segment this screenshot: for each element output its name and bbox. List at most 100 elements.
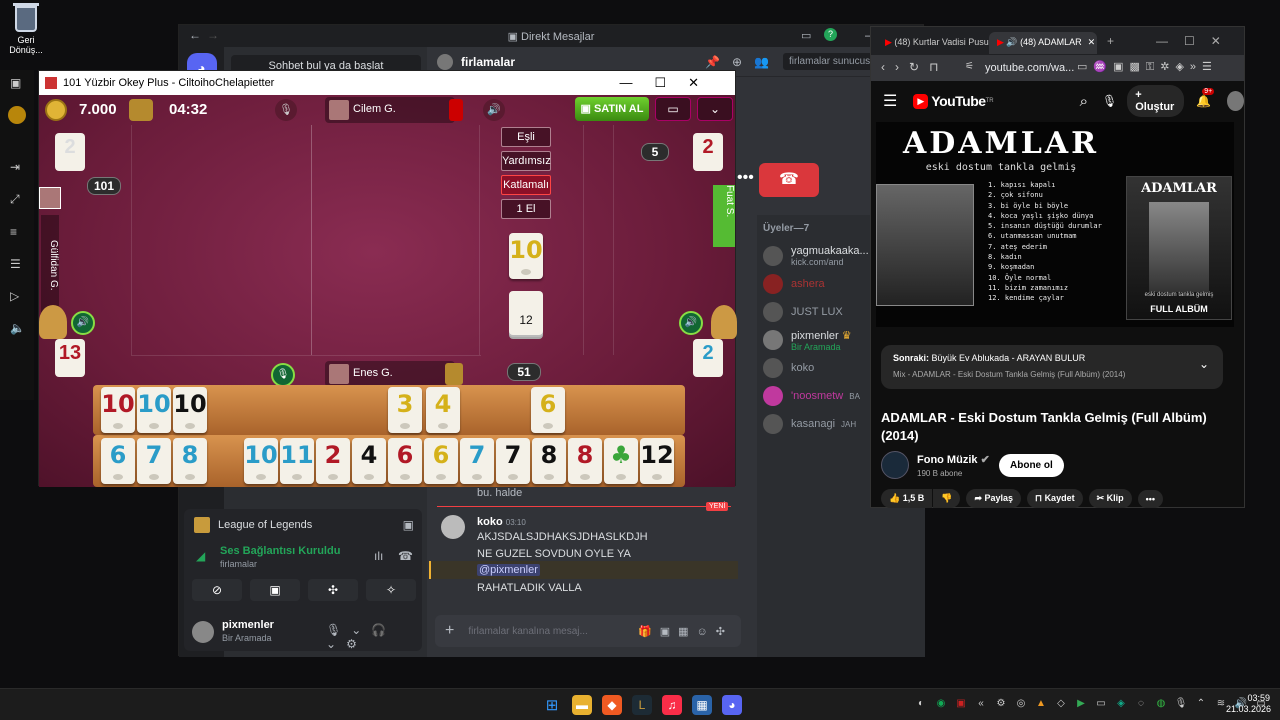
speaker-icon[interactable]: 🔊 bbox=[679, 311, 703, 335]
create-button[interactable]: + Oluştur bbox=[1127, 85, 1185, 117]
nav-buttons[interactable]: ‹›↻⊓ bbox=[881, 60, 948, 74]
mic-icon[interactable]: 🎙 bbox=[326, 623, 351, 637]
new-tab-icon[interactable]: + bbox=[1107, 34, 1114, 48]
rack-tile[interactable]: ♣ bbox=[604, 438, 638, 484]
window-controls[interactable]: —☐✕ bbox=[619, 75, 721, 91]
headset-icon[interactable]: 🎧 bbox=[371, 623, 396, 637]
tray-icon[interactable]: ▭ bbox=[1094, 698, 1108, 712]
chevron-down-icon[interactable]: ⌄ bbox=[326, 637, 346, 651]
deck-pile[interactable]: 12 bbox=[509, 291, 543, 335]
voice-search-icon[interactable]: 🎙 bbox=[1102, 94, 1117, 108]
search-icon[interactable]: ⌕ bbox=[1080, 93, 1088, 110]
rack-tile[interactable]: 10 bbox=[244, 438, 278, 484]
player-right[interactable]: Fuat S. bbox=[713, 185, 735, 247]
camera-button[interactable]: ⊘ bbox=[192, 579, 242, 601]
league-icon[interactable]: L bbox=[632, 695, 652, 715]
rack-tile[interactable]: 10 bbox=[101, 387, 135, 433]
stream-icon[interactable]: ▣ bbox=[403, 518, 414, 532]
menu-icon[interactable]: ☰ bbox=[883, 91, 897, 111]
mode-katlamali[interactable]: Katlamalı bbox=[501, 175, 551, 195]
url-input[interactable]: youtube.com/wa... bbox=[985, 58, 1089, 78]
chevron-down-icon[interactable]: ⌄ bbox=[697, 97, 733, 121]
brave-icon[interactable]: ◆ bbox=[602, 695, 622, 715]
avatar[interactable] bbox=[441, 515, 465, 539]
mode-esli[interactable]: Eşli bbox=[501, 127, 551, 147]
more-options-icon[interactable]: ••• bbox=[737, 169, 754, 187]
screen-icon[interactable]: ▭ bbox=[801, 29, 811, 42]
music-icon[interactable]: ♫ bbox=[662, 695, 682, 715]
like-button[interactable]: 👍 1,5 B bbox=[881, 489, 933, 508]
rack-tile[interactable]: 10 bbox=[137, 387, 171, 433]
soundboard-button[interactable]: ✧ bbox=[366, 579, 416, 601]
recycle-bin-icon[interactable]: Geri Dönüş... bbox=[6, 3, 46, 55]
login-icon[interactable]: ⇥ bbox=[10, 160, 34, 174]
help-icon[interactable]: ? bbox=[824, 28, 837, 41]
gear-icon[interactable]: ⚙ bbox=[346, 637, 367, 651]
volume-icon[interactable]: 🔈 bbox=[10, 321, 34, 335]
user-name[interactable]: pixmenler bbox=[222, 619, 274, 631]
mention[interactable]: @pixmenler bbox=[477, 564, 540, 576]
tray-icon[interactable]: ◈ bbox=[1114, 698, 1128, 712]
chevron-up-icon[interactable]: ⌃ bbox=[1194, 698, 1208, 712]
mic-icon[interactable]: 🎙 bbox=[1174, 698, 1188, 712]
voice-status[interactable]: Ses Bağlantısı Kuruldu bbox=[220, 545, 340, 557]
mode-yardimsiz[interactable]: Yardımsız bbox=[501, 151, 551, 171]
activities-button[interactable]: ✣ bbox=[308, 579, 358, 601]
buy-button[interactable]: ▣ SATIN AL bbox=[575, 97, 649, 121]
chevron-down-icon[interactable]: ⌄ bbox=[351, 623, 371, 637]
player-top[interactable]: Cilem G. bbox=[325, 97, 463, 123]
share-button[interactable]: ➦ Paylaş bbox=[966, 489, 1022, 508]
clip-button[interactable]: ✂ Klip bbox=[1088, 489, 1132, 508]
site-settings-icon[interactable]: ⚟ bbox=[965, 61, 974, 72]
add-member-icon[interactable]: ⊕ bbox=[732, 55, 742, 69]
minimize-icon[interactable]: — bbox=[1156, 34, 1184, 48]
avatar[interactable] bbox=[39, 187, 61, 209]
mode-1-el[interactable]: 1 El bbox=[501, 199, 551, 219]
more-options-icon[interactable]: ••• bbox=[1137, 489, 1164, 508]
file-explorer-icon[interactable]: ▬ bbox=[572, 695, 592, 715]
rack-tile[interactable]: 3 bbox=[388, 387, 422, 433]
user-controls[interactable]: 🎙⌄🎧⌄⚙ bbox=[326, 623, 422, 651]
chat-input[interactable]: firlamalar kanalına mesaj... bbox=[468, 626, 588, 637]
screenshare-button[interactable]: ▣ bbox=[250, 579, 300, 601]
rack-tile[interactable]: 4 bbox=[352, 438, 386, 484]
rack-tile[interactable]: 2 bbox=[316, 438, 350, 484]
close-icon[interactable]: ✕ bbox=[1211, 34, 1237, 48]
tab-adamlar[interactable]: ▶ 🔊 (48) ADAMLAR ✕ bbox=[989, 32, 1097, 54]
activity-row[interactable]: League of Legends ▣ bbox=[194, 517, 414, 533]
tray-icon[interactable]: ◇ bbox=[1054, 698, 1068, 712]
rack-tile[interactable]: 7 bbox=[496, 438, 530, 484]
discord-icon[interactable]: ◕ bbox=[722, 695, 742, 715]
tray-icon[interactable]: ▲ bbox=[1034, 698, 1048, 712]
hangup-button[interactable]: ☎ bbox=[759, 163, 819, 197]
resize-icon[interactable]: ⤢ bbox=[10, 192, 34, 207]
maximize-icon[interactable]: ☐ bbox=[1184, 34, 1211, 48]
mute-mic-icon[interactable]: 🎙 bbox=[275, 99, 297, 121]
tab-kurtlar[interactable]: ▶ (48) Kurtlar Vadisi Pusu bbox=[877, 32, 989, 54]
rack-tile[interactable]: 4 bbox=[426, 387, 460, 433]
close-icon[interactable]: ✕ bbox=[688, 75, 721, 90]
rack-tile[interactable]: 7 bbox=[137, 438, 171, 484]
message-author[interactable]: koko bbox=[477, 516, 503, 528]
up-next-card[interactable]: Sonraki: Büyük Ev Ablukada - ARAYAN BULU… bbox=[881, 345, 1223, 389]
rack-tile[interactable]: 12 bbox=[640, 438, 674, 484]
maximize-icon[interactable]: ☐ bbox=[654, 75, 688, 90]
sliders-icon[interactable]: ≡ bbox=[10, 225, 34, 239]
chevron-down-icon[interactable]: ⌄ bbox=[1199, 357, 1209, 371]
plus-icon[interactable]: + bbox=[445, 622, 454, 640]
forward-icon[interactable]: › bbox=[895, 60, 909, 74]
tray-icon[interactable]: ◎ bbox=[1014, 698, 1028, 712]
rack-tile[interactable]: 6 bbox=[424, 438, 458, 484]
avatar[interactable] bbox=[1227, 91, 1244, 111]
rack-tile[interactable]: 6 bbox=[531, 387, 565, 433]
sound-icon[interactable]: 🔊 bbox=[483, 99, 505, 121]
tray-icon[interactable]: ⚙ bbox=[994, 698, 1008, 712]
list-icon[interactable]: ☰ bbox=[10, 257, 34, 271]
okey-app-icon[interactable]: ▦ bbox=[692, 695, 712, 715]
rack-tile[interactable]: 8 bbox=[532, 438, 566, 484]
noise-icon[interactable]: ılı bbox=[374, 549, 383, 563]
dislike-button[interactable]: 👎 bbox=[933, 489, 961, 508]
minimize-icon[interactable]: — bbox=[619, 75, 654, 90]
bookmark-icon[interactable]: ⊓ bbox=[929, 60, 948, 74]
reload-icon[interactable]: ↻ bbox=[909, 60, 929, 74]
